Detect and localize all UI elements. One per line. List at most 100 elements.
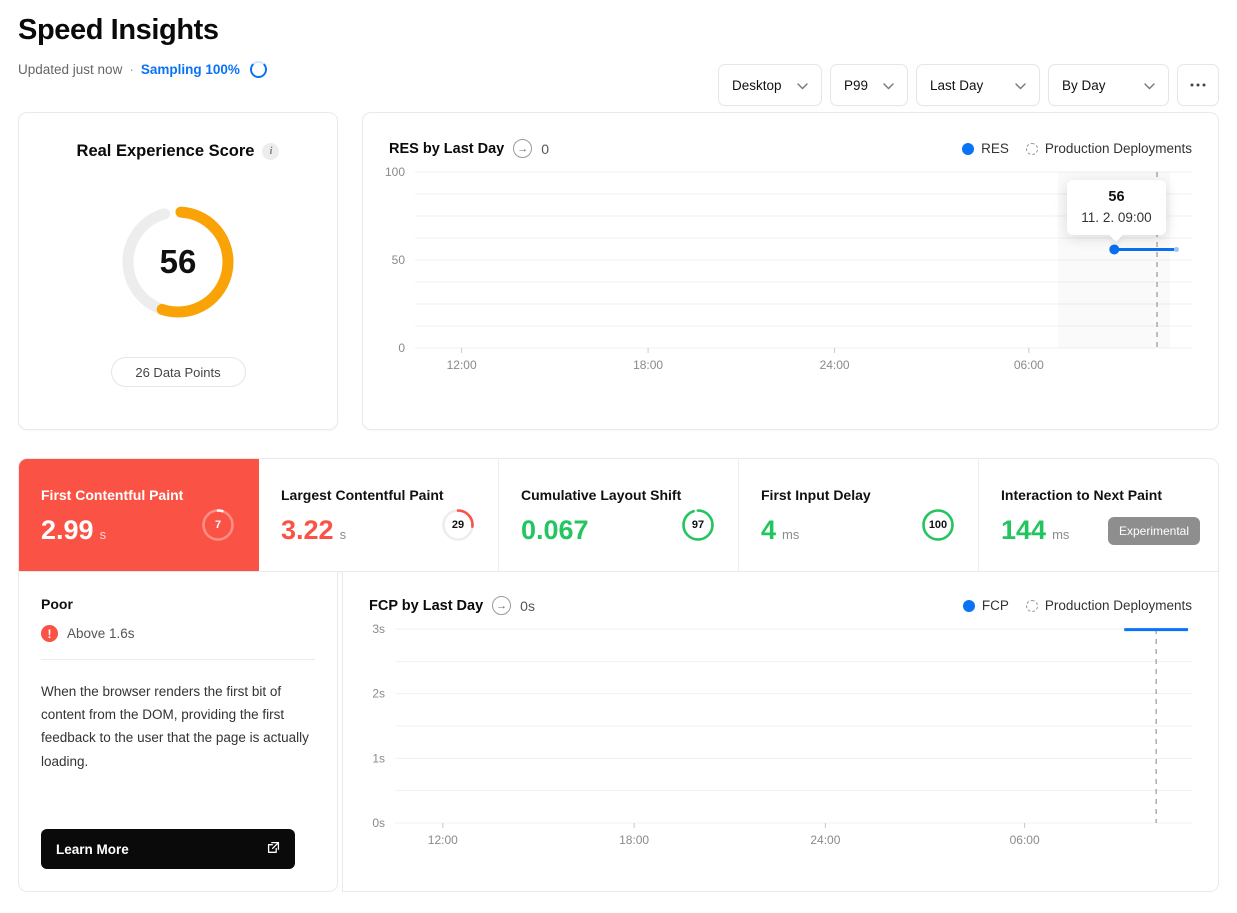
- real-experience-score-card: Real Experience Score i 56 26 Data Point…: [18, 112, 338, 430]
- metric-score-ring: 100: [920, 507, 956, 543]
- legend-dot-icon: [962, 599, 975, 612]
- metric-value: 4: [761, 515, 777, 545]
- svg-text:18:00: 18:00: [619, 833, 649, 847]
- device-filter-label: Desktop: [732, 77, 782, 93]
- metric-detail-inner: Poor ! Above 1.6s When the browser rende…: [19, 572, 337, 773]
- fcp-chart-plot[interactable]: 0s 1s 2s 3s 12:00 18:00 24:00 06:00: [343, 615, 1218, 865]
- metric-score-value: 29: [451, 519, 465, 531]
- svg-text:24:00: 24:00: [810, 833, 840, 847]
- metric-name: Interaction to Next Paint: [1001, 487, 1163, 503]
- svg-text:06:00: 06:00: [1014, 358, 1044, 372]
- arrow-right-circle-icon[interactable]: →: [492, 596, 512, 615]
- legend-dashed-dot-icon: [1025, 142, 1038, 155]
- res-chart-plot[interactable]: 0 50 100 12:00 18:00 24:00 06:00 56 11. 2. 09:00: [363, 158, 1218, 390]
- arrow-right-circle-icon[interactable]: →: [513, 139, 533, 158]
- fcp-chart-svg: 0s 1s 2s 3s 12:00 18:00 24:00 06:00: [372, 622, 1192, 847]
- svg-text:06:00: 06:00: [1010, 833, 1040, 847]
- metric-unit: s: [99, 527, 107, 542]
- legend-label: Production Deployments: [1044, 141, 1192, 156]
- metric-card-largest-contentful-paint[interactable]: Largest Contentful Paint 3.22 s 29: [259, 459, 499, 571]
- external-link-icon: [267, 841, 280, 857]
- chevron-down-icon: [797, 78, 808, 93]
- fcp-chart-metric: 0s: [520, 597, 535, 614]
- filter-bar: Desktop P99 Last Day By Day: [718, 64, 1219, 106]
- res-chart-tooltip: 56 11. 2. 09:00: [1067, 180, 1166, 243]
- granularity-filter[interactable]: By Day: [1048, 64, 1169, 106]
- more-options-button[interactable]: [1177, 64, 1219, 106]
- metric-detail-card: Poor ! Above 1.6s When the browser rende…: [18, 572, 338, 892]
- alert-icon: !: [41, 625, 58, 642]
- legend-label: FCP: [981, 598, 1009, 613]
- legend-item-production-deployments[interactable]: Production Deployments: [1025, 598, 1192, 613]
- fcp-chart-card: FCP by Last Day → 0s FCP Production Depl…: [342, 572, 1219, 892]
- metric-value: 0.067: [521, 515, 589, 545]
- res-title-row: Real Experience Score i: [19, 142, 337, 161]
- loading-spinner-icon: [249, 61, 267, 78]
- tooltip-value: 56: [1108, 189, 1125, 206]
- fcp-chart-title-group: FCP by Last Day → 0s: [369, 596, 535, 615]
- metric-card-first-input-delay[interactable]: First Input Delay 4 ms 100: [739, 459, 979, 571]
- chevron-down-icon: [883, 78, 894, 93]
- svg-text:0: 0: [398, 341, 405, 355]
- metric-name: Largest Contentful Paint: [281, 487, 444, 503]
- tooltip-arrow: [1108, 234, 1125, 243]
- data-points-pill: 26 Data Points: [110, 357, 246, 387]
- legend-item-res[interactable]: RES: [962, 141, 1009, 156]
- detail-description: When the browser renders the first bit o…: [41, 684, 309, 769]
- granularity-filter-label: By Day: [1062, 77, 1106, 93]
- experimental-badge: Experimental: [1107, 517, 1200, 545]
- learn-more-button[interactable]: Learn More: [41, 829, 295, 869]
- svg-text:50: 50: [392, 253, 406, 267]
- percentile-filter[interactable]: P99: [830, 64, 908, 106]
- metric-value: 144: [1001, 515, 1047, 545]
- metric-unit: s: [339, 527, 347, 542]
- metric-name: First Contentful Paint: [41, 487, 184, 503]
- svg-text:12:00: 12:00: [428, 833, 458, 847]
- metric-card-first-contentful-paint[interactable]: First Contentful Paint 2.99 s 7: [19, 459, 259, 571]
- res-card-title: Real Experience Score: [76, 142, 255, 160]
- svg-text:3s: 3s: [372, 622, 385, 636]
- detail-threshold: Above 1.6s: [67, 626, 135, 641]
- metric-score-value: 97: [691, 519, 705, 531]
- svg-text:12:00: 12:00: [447, 358, 477, 372]
- metric-card-cumulative-layout-shift[interactable]: Cumulative Layout Shift 0.067 97: [499, 459, 739, 571]
- metric-score-ring: 7: [200, 507, 236, 543]
- fcp-chart-legend: FCP Production Deployments: [962, 598, 1192, 613]
- updated-text: Updated just now: [18, 62, 123, 77]
- metric-name: Cumulative Layout Shift: [521, 487, 682, 503]
- legend-label: RES: [981, 141, 1009, 156]
- metrics-strip: First Contentful Paint 2.99 s 7 Largest …: [18, 458, 1219, 572]
- svg-text:100: 100: [385, 165, 405, 179]
- metric-value: 3.22: [281, 515, 334, 545]
- res-chart-header: RES by Last Day → 0 RES Production Deplo…: [363, 113, 1218, 158]
- speed-insights-page: Speed Insights Updated just now · Sampli…: [0, 0, 1237, 913]
- metric-card-interaction-to-next-paint[interactable]: Interaction to Next Paint 144 ms Experim…: [979, 459, 1218, 571]
- chevron-down-icon: [1144, 78, 1155, 93]
- res-chart-legend: RES Production Deployments: [962, 141, 1192, 156]
- fcp-chart-title: FCP by Last Day: [369, 597, 484, 614]
- legend-item-production-deployments[interactable]: Production Deployments: [1025, 141, 1192, 156]
- svg-text:24:00: 24:00: [820, 358, 850, 372]
- metric-unit: ms: [1052, 527, 1070, 542]
- metric-score-ring: 29: [440, 507, 476, 543]
- res-gauge: 56: [116, 200, 240, 324]
- chevron-down-icon: [1015, 78, 1026, 93]
- metric-score-value: 7: [214, 519, 222, 531]
- sampling-link[interactable]: Sampling 100%: [141, 62, 240, 77]
- page-title: Speed Insights: [18, 14, 219, 46]
- divider: [41, 659, 315, 660]
- info-icon[interactable]: i: [262, 143, 280, 160]
- svg-text:2s: 2s: [372, 687, 385, 701]
- tooltip-time: 11. 2. 09:00: [1081, 210, 1152, 226]
- device-filter[interactable]: Desktop: [718, 64, 822, 106]
- res-chart-title: RES by Last Day: [389, 140, 505, 157]
- period-filter[interactable]: Last Day: [916, 64, 1040, 106]
- res-chart-title-group: RES by Last Day → 0: [389, 139, 549, 158]
- detail-threshold-row: ! Above 1.6s: [41, 625, 315, 642]
- svg-text:18:00: 18:00: [633, 358, 663, 372]
- metric-unit: ms: [782, 527, 800, 542]
- legend-item-fcp[interactable]: FCP: [962, 598, 1009, 613]
- res-score-value: 56: [159, 243, 197, 280]
- period-filter-label: Last Day: [930, 77, 984, 93]
- svg-text:1s: 1s: [372, 751, 385, 765]
